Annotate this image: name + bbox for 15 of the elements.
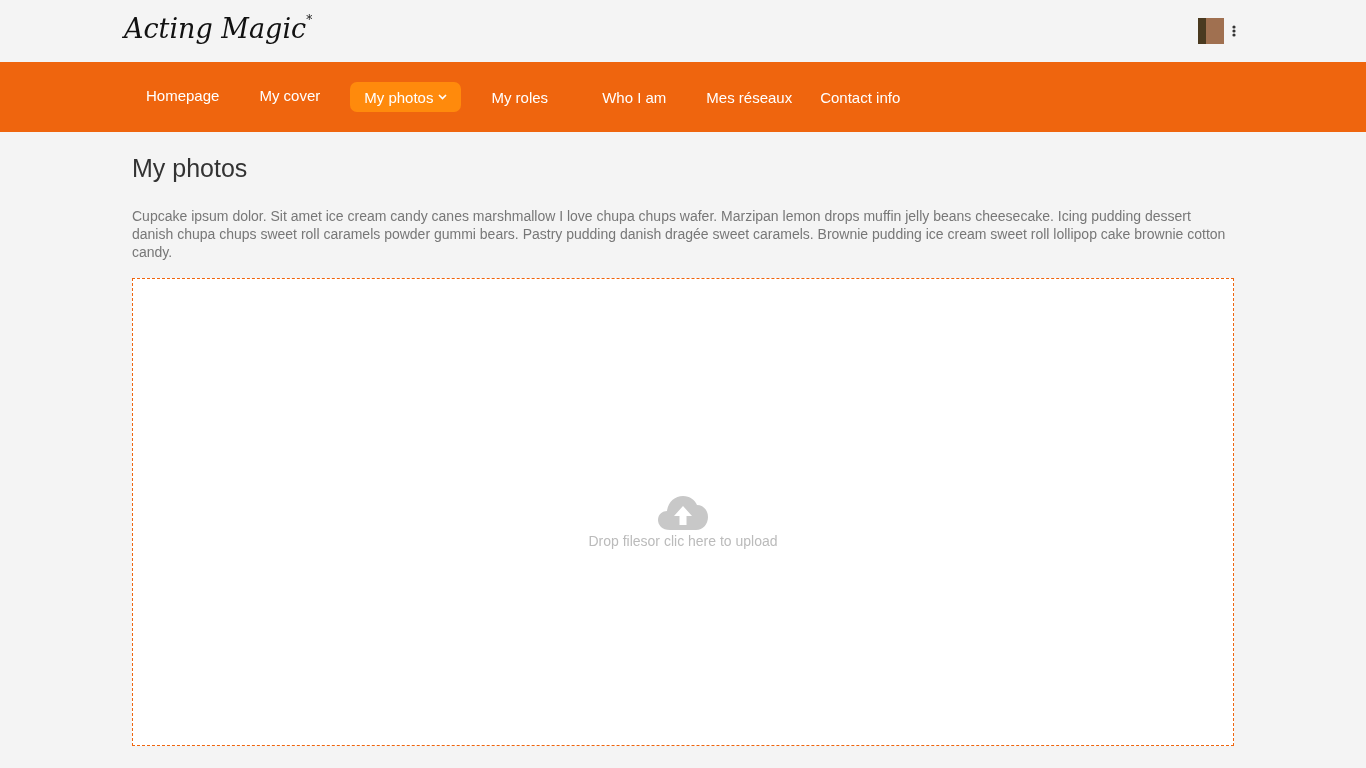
nav-tab[interactable]: Mes réseaux xyxy=(692,82,807,112)
logo[interactable]: Acting Magic$^{*}$ xyxy=(124,12,313,44)
intro-paragraph: Cupcake ipsum dolor. Sit amet ice cream candy canes marshmallow I love chupa chups wafer. Marzipan lemon drops muffin jelly beans cheesecake. Icing pudding dessert danish chupa chups sweet roll caramels powder gummi bears. Pastry pudding danish dragée sweet caramels. Brownie pudding ice cream sweet roll lollipop cake brownie cotton candy. xyxy=(132,207,1227,261)
avatar-photo-placeholder[interactable] xyxy=(1198,18,1224,44)
nav-tab[interactable]: Homepage xyxy=(132,80,234,110)
page-title: My photos xyxy=(132,154,249,183)
nav-tab[interactable]: My photos xyxy=(350,82,462,112)
upload-dropzone[interactable]: Drop filesor clic here to upload xyxy=(132,278,1234,746)
nav-tab[interactable]: Who I am xyxy=(588,82,681,112)
upload-hint: Drop filesor clic here to upload xyxy=(588,533,778,549)
nav-tab[interactable]: My roles xyxy=(477,82,563,112)
nav-tab[interactable]: My cover xyxy=(245,80,335,110)
cloud-upload-icon xyxy=(658,495,708,531)
nav-tab[interactable]: Contact info xyxy=(806,82,915,112)
more-options-icon[interactable] xyxy=(1232,25,1236,37)
